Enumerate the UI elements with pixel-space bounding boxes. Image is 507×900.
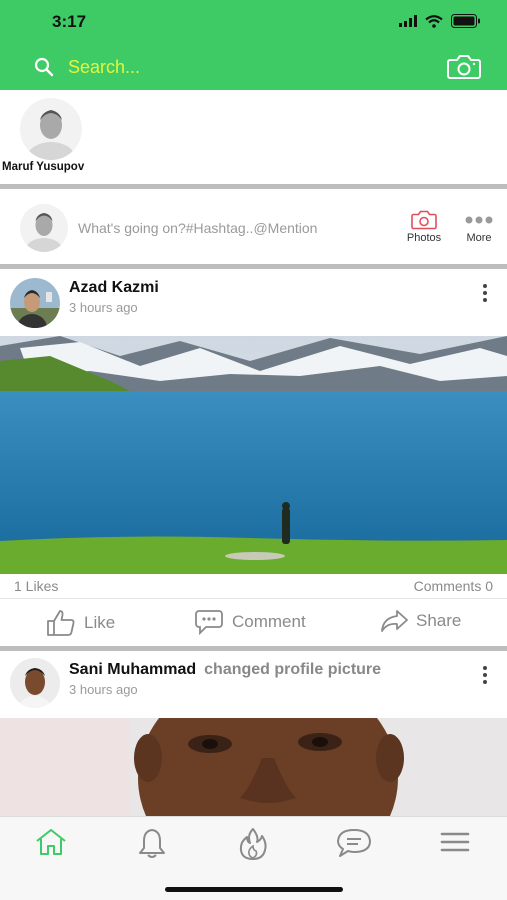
section-divider <box>0 646 507 651</box>
flame-icon <box>239 828 267 860</box>
status-icons <box>399 14 481 28</box>
post-time: 3 hours ago <box>69 682 138 697</box>
avatar <box>20 204 68 252</box>
profile-portrait-image <box>0 718 507 816</box>
camera-icon[interactable] <box>447 54 481 80</box>
more-label: More <box>466 232 492 244</box>
post-header: Sani Muhammad changed profile picture 3 h… <box>0 652 507 718</box>
avatar[interactable] <box>10 278 60 328</box>
comment-label: Comment <box>232 612 306 631</box>
home-indicator <box>165 887 343 892</box>
lake-landscape-image <box>0 336 507 574</box>
post-actions: Like Comment Share <box>0 598 507 646</box>
post-author-name[interactable]: Sani Muhammad <box>69 661 196 678</box>
camera-icon <box>411 210 437 230</box>
tab-trending[interactable] <box>237 827 277 863</box>
post-composer: What's going on?#Hashtag..@Mention Photo… <box>0 190 507 264</box>
chat-icon <box>337 829 371 857</box>
signal-icon <box>399 15 417 27</box>
stories-row: Maruf Yusupov <box>0 90 507 184</box>
home-icon <box>36 829 66 855</box>
thumbs-up-icon <box>47 610 75 636</box>
post-image[interactable] <box>0 336 507 574</box>
likes-count[interactable]: 1 Likes <box>14 578 58 594</box>
bottom-tab-bar <box>0 816 507 900</box>
bell-icon <box>139 829 165 858</box>
avatar-image <box>10 658 60 708</box>
photos-button[interactable]: Photos <box>402 210 446 244</box>
app-header: 3:17 Search... <box>0 0 507 90</box>
post-header: Azad Kazmi 3 hours ago <box>0 270 507 336</box>
post-author[interactable]: Sani Muhammad changed profile picture <box>69 661 381 679</box>
search-bar[interactable]: Search... <box>0 50 507 86</box>
tab-home[interactable] <box>34 827 74 863</box>
comment-icon <box>195 610 223 635</box>
tab-messages[interactable] <box>335 827 375 863</box>
share-label: Share <box>416 611 462 630</box>
post-author[interactable]: Azad Kazmi <box>69 279 159 297</box>
like-label: Like <box>84 613 116 632</box>
comments-count[interactable]: Comments 0 <box>414 578 493 594</box>
battery-icon <box>451 14 480 28</box>
share-icon <box>381 610 408 632</box>
avatar-image <box>10 278 60 328</box>
post-time: 3 hours ago <box>69 300 138 315</box>
section-divider <box>0 264 507 269</box>
post-options-icon[interactable] <box>481 666 489 687</box>
tab-notifications[interactable] <box>136 827 176 863</box>
post-stats: 1 Likes Comments 0 <box>0 574 507 598</box>
story-name[interactable]: Maruf Yusupov <box>2 161 84 173</box>
avatar-image <box>20 204 68 252</box>
share-button[interactable]: Share <box>380 609 461 633</box>
avatar <box>20 98 82 160</box>
search-icon <box>34 57 54 77</box>
wifi-icon <box>425 14 443 28</box>
post-options-icon[interactable] <box>481 284 489 305</box>
comment-button[interactable]: Comment <box>194 609 306 635</box>
menu-icon <box>440 832 470 852</box>
like-button[interactable]: Like <box>46 609 115 637</box>
more-dots-icon <box>465 216 493 224</box>
more-button[interactable]: More <box>457 210 501 244</box>
composer-input[interactable]: What's going on?#Hashtag..@Mention <box>78 220 317 236</box>
post-activity: changed profile picture <box>204 661 382 678</box>
photos-label: Photos <box>406 232 442 244</box>
search-input[interactable]: Search... <box>68 57 140 78</box>
avatar[interactable] <box>10 658 60 708</box>
story-avatar[interactable] <box>20 98 82 160</box>
post-image[interactable] <box>0 718 507 816</box>
status-time: 3:17 <box>52 12 87 31</box>
tab-menu[interactable] <box>439 827 479 863</box>
section-divider <box>0 184 507 189</box>
